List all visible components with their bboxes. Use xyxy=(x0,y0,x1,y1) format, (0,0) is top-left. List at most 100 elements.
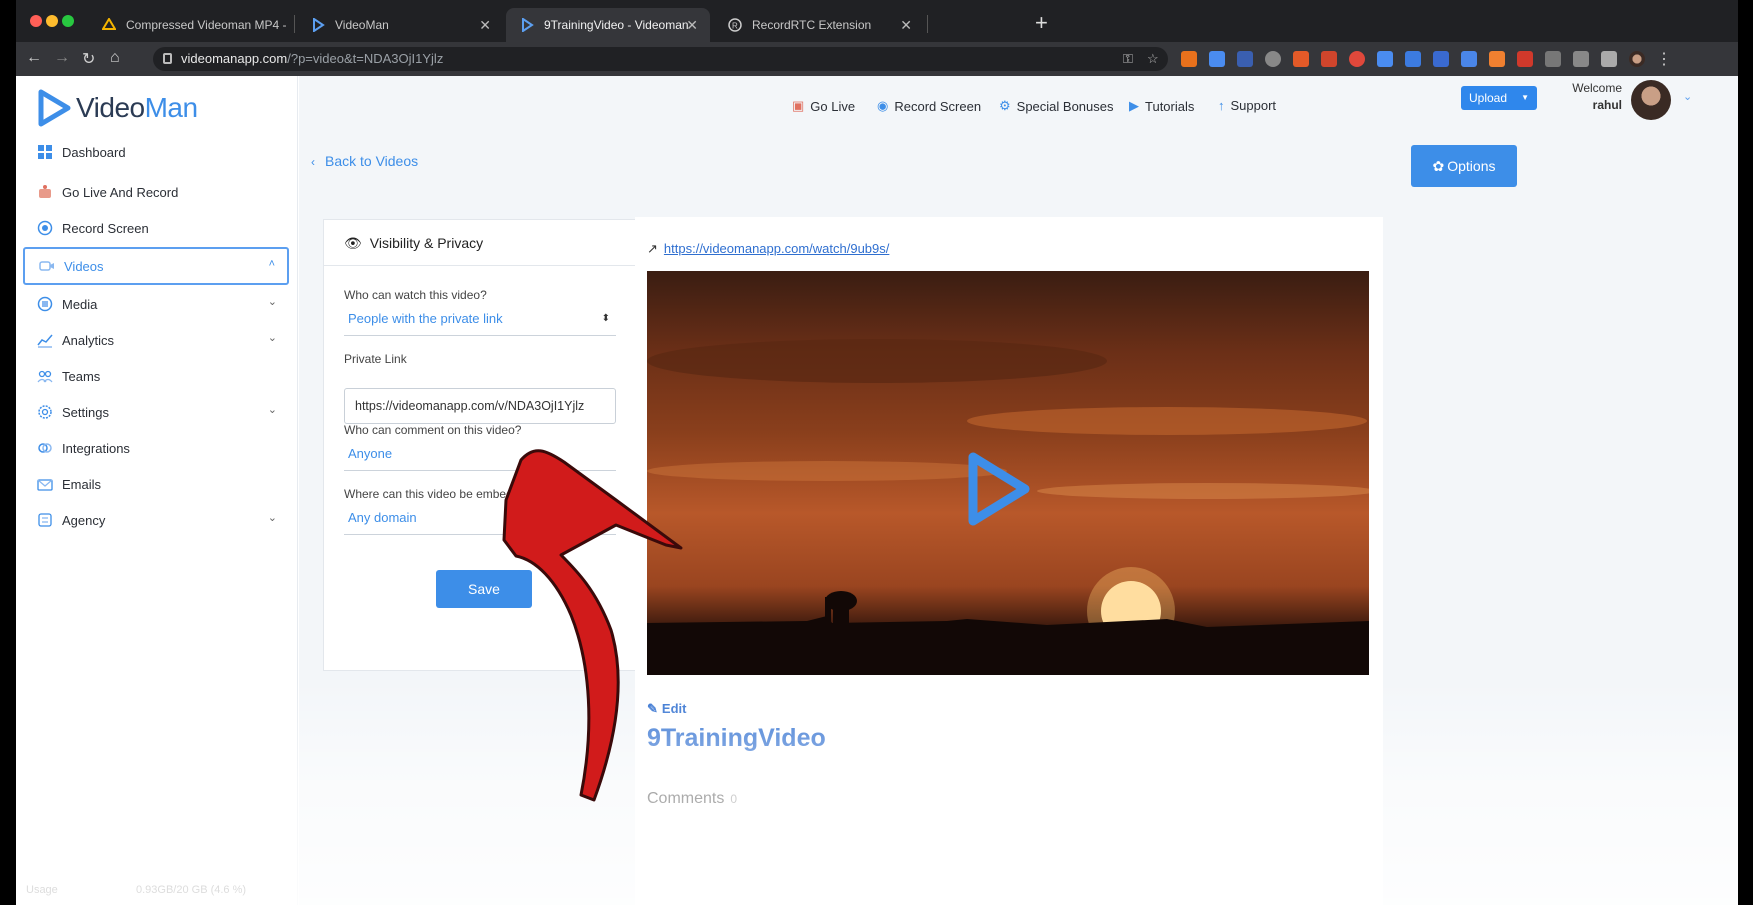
watch-link[interactable]: ↗ https://videomanapp.com/watch/9ub9s/ xyxy=(647,241,889,257)
record-extension-icon[interactable] xyxy=(1517,51,1533,67)
sidebar-item-settings[interactable]: Settings ⌄ xyxy=(23,394,289,430)
back-label: Back to Videos xyxy=(325,153,419,169)
upload-button[interactable]: Upload ▼ xyxy=(1461,86,1537,110)
forward-arrow-icon[interactable]: → xyxy=(54,49,70,67)
welcome-block: Welcome rahul xyxy=(1562,80,1622,114)
browser-tab-compressed[interactable]: Compressed Videoman MP4 - xyxy=(88,8,288,42)
chevron-down-icon[interactable]: ⌄ xyxy=(1683,90,1692,103)
sidebar-item-emails[interactable]: Emails xyxy=(23,466,289,502)
chevron-left-icon: ‹ xyxy=(311,155,315,169)
top-nav-label: Go Live xyxy=(810,98,856,114)
embed-label: Where can this video be embedded? xyxy=(344,487,540,501)
browser-menu-icon[interactable]: ⋮ xyxy=(1656,49,1672,69)
reload-icon[interactable]: ↻ xyxy=(82,49,95,69)
browser-tab-active[interactable]: 9TrainingVideo - Videoman ✕ xyxy=(506,8,710,42)
usage-value: 0.93GB/20 GB (4.6 %) xyxy=(136,884,247,896)
sidebar-item-teams[interactable]: Teams xyxy=(23,358,289,394)
extension-icon[interactable] xyxy=(1461,51,1477,67)
sidebar-item-label: Dashboard xyxy=(62,144,126,160)
who-comment-label: Who can comment on this video? xyxy=(344,423,522,437)
svg-text:R: R xyxy=(732,22,738,31)
close-tab-icon[interactable]: ✕ xyxy=(900,17,912,34)
top-nav-special-bonuses[interactable]: ⚙ Special Bonuses xyxy=(999,98,1114,114)
extension-icon[interactable] xyxy=(1349,51,1365,67)
play-button-icon[interactable] xyxy=(965,449,1035,529)
top-nav-label: Support xyxy=(1230,98,1277,113)
top-nav-support[interactable]: ↑ Support xyxy=(1218,98,1276,113)
chevron-down-icon: ⌄ xyxy=(267,296,277,308)
sidebar-item-record-screen[interactable]: Record Screen xyxy=(23,210,289,246)
rss-extension-icon[interactable] xyxy=(1181,51,1197,67)
save-button[interactable]: Save xyxy=(436,570,532,608)
puzzle-extensions-icon[interactable] xyxy=(1601,51,1617,67)
chevron-down-icon: ⌄ xyxy=(267,512,277,524)
extension-icon[interactable] xyxy=(1433,51,1449,67)
private-link-field[interactable]: https://videomanapp.com/v/NDA3OjI1Yjlz xyxy=(344,388,616,424)
extension-icon[interactable] xyxy=(1377,51,1393,67)
browser-tab-recordrtc[interactable]: R RecordRTC Extension ✕ xyxy=(714,8,924,42)
sidebar-item-go-live[interactable]: Go Live And Record xyxy=(23,174,289,210)
browser-tab-videoman[interactable]: VideoMan ✕ xyxy=(297,8,503,42)
tab-title: VideoMan xyxy=(335,18,389,32)
edit-link[interactable]: ✎ Edit xyxy=(647,701,686,717)
bookmark-star-icon[interactable]: ☆ xyxy=(1147,47,1159,71)
who-watch-select[interactable]: People with the private link ⬍ xyxy=(344,306,616,336)
embed-select[interactable]: Any domain xyxy=(344,505,616,535)
panel-header[interactable]: 👁Visibility & Privacy ▲ xyxy=(324,220,660,266)
extension-icon[interactable] xyxy=(1321,51,1337,67)
close-window-icon[interactable] xyxy=(30,15,42,27)
extension-icon[interactable] xyxy=(1237,51,1253,67)
sidebar-item-agency[interactable]: Agency ⌄ xyxy=(23,502,289,538)
logo-wordmark: VideoMan xyxy=(76,92,198,124)
new-tab-icon[interactable]: + xyxy=(1035,10,1048,36)
extension-icon[interactable] xyxy=(1293,51,1309,67)
extension-icon[interactable] xyxy=(1545,51,1561,67)
minimize-window-icon[interactable] xyxy=(46,15,58,27)
gift-icon: ⚙ xyxy=(999,98,1011,113)
logo-text-man: Man xyxy=(144,92,198,123)
top-nav-go-live[interactable]: ▣ Go Live xyxy=(792,98,855,114)
top-nav-record-screen[interactable]: ◉ Record Screen xyxy=(877,98,981,114)
options-button[interactable]: ✿ Options xyxy=(1411,145,1517,187)
extension-icon[interactable] xyxy=(1489,51,1505,67)
sidebar-item-integrations[interactable]: Integrations xyxy=(23,430,289,466)
edit-icon: ✎ xyxy=(647,701,658,716)
extension-icon[interactable] xyxy=(1573,51,1589,67)
address-bar[interactable]: videomanapp.com/?p=video&t=NDA3OjI1Yjlz … xyxy=(153,47,1168,71)
sidebar-item-videos[interactable]: Videos ˄ xyxy=(23,247,289,285)
sidebar-item-dashboard[interactable]: Dashboard xyxy=(23,134,289,170)
sidebar-item-label: Record Screen xyxy=(62,220,149,236)
tab-title: RecordRTC Extension xyxy=(752,18,872,32)
extension-icon[interactable] xyxy=(1265,51,1281,67)
sidebar-item-media[interactable]: Media ⌄ xyxy=(23,286,289,322)
sidebar-item-analytics[interactable]: Analytics ⌄ xyxy=(23,322,289,358)
close-tab-icon[interactable]: ✕ xyxy=(686,17,698,34)
back-arrow-icon[interactable]: ← xyxy=(26,49,42,67)
gear-icon xyxy=(38,405,52,419)
options-label: Options xyxy=(1447,158,1496,174)
sidebar-item-label: Teams xyxy=(62,368,101,384)
maximize-window-icon[interactable] xyxy=(62,15,74,27)
sidebar-item-label: Media xyxy=(62,296,98,312)
sidebar-item-label: Settings xyxy=(62,404,109,420)
top-nav-label: Special Bonuses xyxy=(1016,98,1114,114)
tab-title: Compressed Videoman MP4 - xyxy=(126,18,287,32)
integrations-icon xyxy=(38,443,52,453)
top-nav-tutorials[interactable]: ▶ Tutorials xyxy=(1129,98,1194,114)
envelope-icon xyxy=(37,479,53,491)
chevron-down-icon: ⌄ xyxy=(267,404,277,416)
sidebar-item-label: Integrations xyxy=(62,440,130,456)
teams-icon xyxy=(37,370,53,383)
avatar[interactable] xyxy=(1631,80,1671,120)
key-icon[interactable]: ⚿ xyxy=(1123,47,1133,71)
profile-icon[interactable] xyxy=(1629,51,1645,67)
home-icon[interactable]: ⌂ xyxy=(110,49,120,67)
who-comment-select[interactable]: Anyone xyxy=(344,441,616,471)
video-player[interactable] xyxy=(647,271,1369,675)
close-tab-icon[interactable]: ✕ xyxy=(479,17,491,34)
extension-icon[interactable] xyxy=(1405,51,1421,67)
logo[interactable]: VideoMan xyxy=(36,88,198,128)
back-to-videos-link[interactable]: ‹ Back to Videos xyxy=(311,153,418,169)
comments-label: Comments xyxy=(647,790,725,807)
download-extension-icon[interactable] xyxy=(1209,51,1225,67)
